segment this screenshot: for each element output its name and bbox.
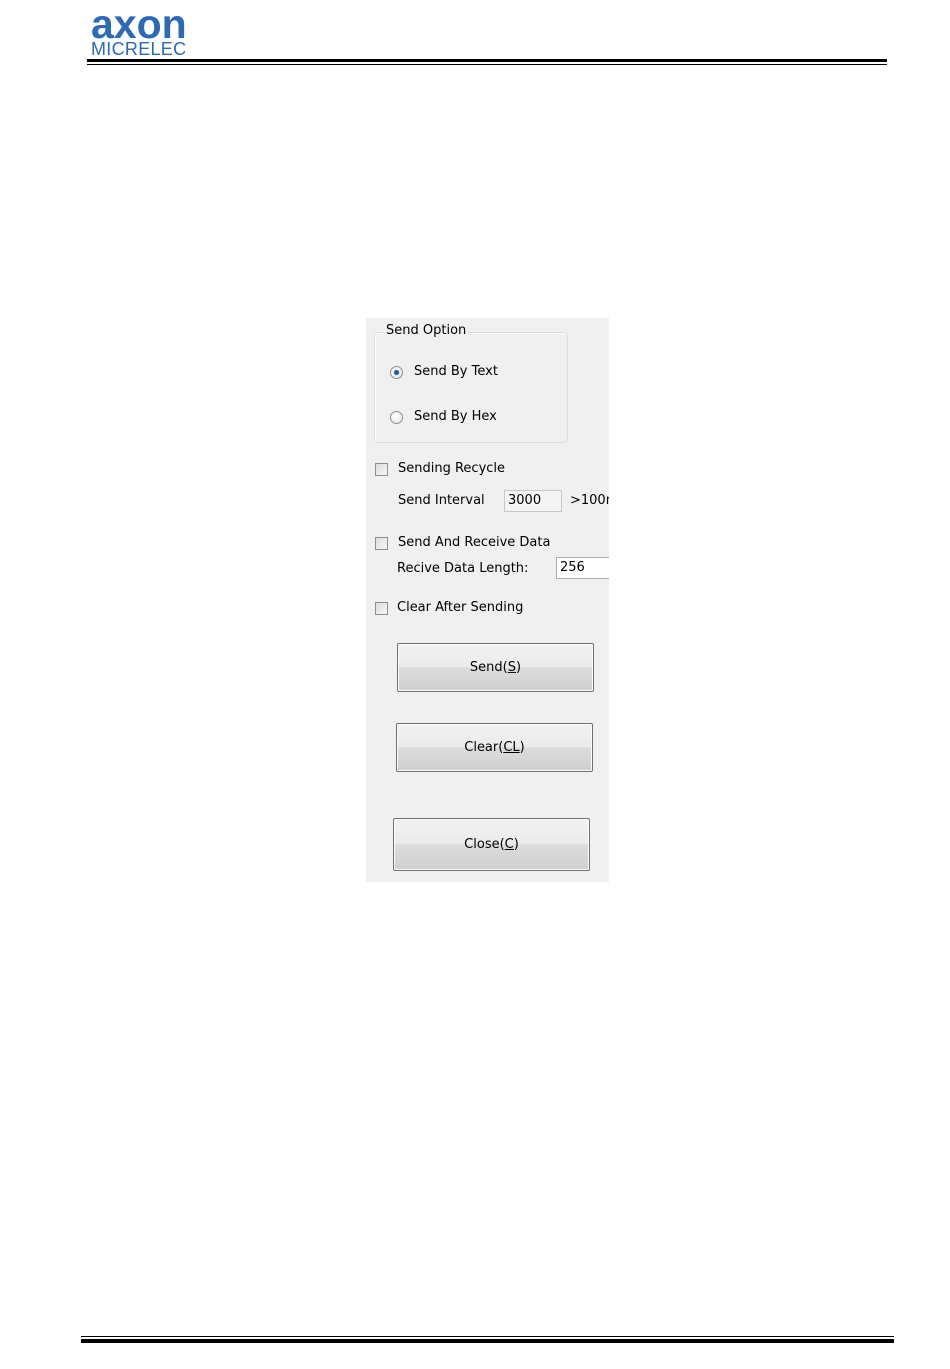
close-button[interactable]: Close(C) xyxy=(393,818,590,871)
send-receive-data-checkbox[interactable] xyxy=(375,537,388,550)
send-interval-input[interactable]: 3000 xyxy=(504,490,562,512)
receive-length-input[interactable]: 256 xyxy=(556,557,609,579)
send-by-hex-label[interactable]: Send By Hex xyxy=(414,409,497,424)
clear-after-sending-checkbox[interactable] xyxy=(375,602,388,615)
close-button-hotkey: C xyxy=(504,837,514,852)
send-interval-label: Send Interval xyxy=(398,493,485,508)
send-option-groupbox xyxy=(374,332,568,443)
logo-subtitle: MICRELEC xyxy=(91,39,187,59)
sending-recycle-checkbox[interactable] xyxy=(375,463,388,476)
clear-button[interactable]: Clear(CL) xyxy=(396,723,593,772)
close-button-close: ) xyxy=(513,837,519,852)
send-by-hex-radio[interactable] xyxy=(390,411,403,424)
sending-recycle-label[interactable]: Sending Recycle xyxy=(398,461,505,476)
clear-after-sending-label[interactable]: Clear After Sending xyxy=(397,600,523,615)
send-button-close: ) xyxy=(516,660,522,675)
send-receive-data-label[interactable]: Send And Receive Data xyxy=(398,535,550,550)
send-interval-hint: >100m xyxy=(570,493,609,508)
close-button-text: Close( xyxy=(464,837,505,852)
clear-button-hotkey: CL xyxy=(503,740,520,755)
header-rule-thick xyxy=(87,59,887,62)
clear-button-text: Clear( xyxy=(464,740,504,755)
header-rule-thin xyxy=(87,64,887,65)
send-options-panel: Send Option Send By Text Send By Hex Sen… xyxy=(366,318,609,882)
receive-length-label: Recive Data Length: xyxy=(397,561,529,576)
send-button[interactable]: Send(S) xyxy=(397,643,594,692)
send-option-group-title: Send Option xyxy=(384,323,469,338)
send-button-hotkey: S xyxy=(507,660,516,675)
send-button-text: Send( xyxy=(469,660,508,675)
axon-micrelec-logo: axon MICRELEC xyxy=(91,2,187,58)
footer-rule-thin xyxy=(81,1336,894,1337)
footer-rule-thick xyxy=(81,1339,894,1343)
clear-button-close: ) xyxy=(519,740,525,755)
send-by-text-radio[interactable] xyxy=(390,366,403,379)
send-by-text-label[interactable]: Send By Text xyxy=(414,364,498,379)
